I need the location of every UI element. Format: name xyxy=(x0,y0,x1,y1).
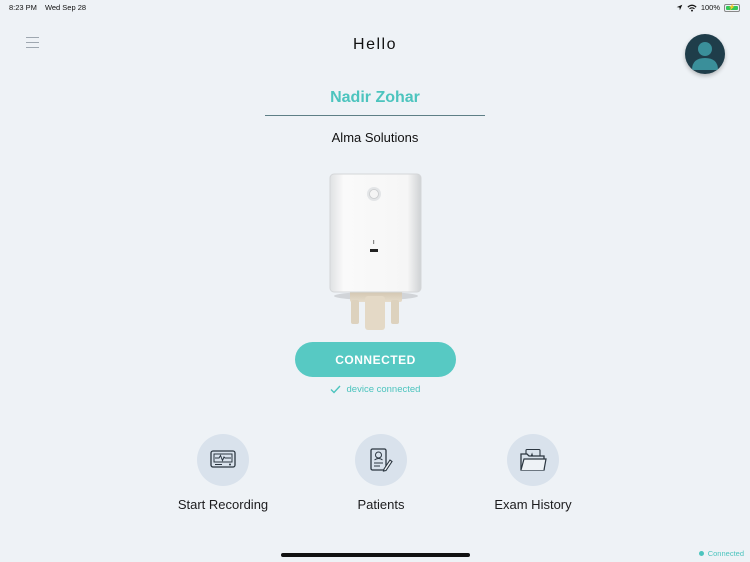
status-right: 100% ⚡ xyxy=(676,3,740,12)
patient-record-icon xyxy=(370,448,393,472)
action-label: Exam History xyxy=(494,497,572,512)
device-status: device connected xyxy=(0,384,750,395)
exam-history-button[interactable]: Exam History xyxy=(458,434,608,512)
status-dot-icon xyxy=(698,551,704,556)
start-recording-button[interactable]: Start Recording xyxy=(148,434,298,512)
connection-status-label: Connected xyxy=(707,549,744,558)
name-divider xyxy=(265,115,485,116)
status-left: 8:23 PM Wed Sep 28 xyxy=(9,3,86,12)
battery-percent: 100% xyxy=(700,3,720,12)
action-label: Start Recording xyxy=(177,497,269,512)
ecg-monitor-icon xyxy=(210,450,236,468)
connected-button[interactable]: CONNECTED xyxy=(295,342,456,377)
action-label: Patients xyxy=(357,497,405,512)
user-name: Nadir Zohar xyxy=(330,89,420,106)
user-avatar-icon[interactable] xyxy=(685,34,725,74)
action-circle xyxy=(355,434,407,486)
action-circle xyxy=(507,434,559,486)
action-circle xyxy=(197,434,249,486)
battery-charging-icon: ⚡ xyxy=(724,3,740,12)
home-indicator[interactable] xyxy=(281,553,470,557)
folder-chart-icon xyxy=(520,448,547,471)
location-icon xyxy=(676,4,683,11)
status-date: Wed Sep 28 xyxy=(44,3,87,12)
connection-status: Connected xyxy=(698,549,744,558)
page-title: Hello xyxy=(353,36,397,53)
patients-button[interactable]: Patients xyxy=(306,434,456,512)
device-status-text: device connected xyxy=(346,384,421,395)
checkmark-icon xyxy=(330,385,341,394)
status-bar: 8:23 PM Wed Sep 28 100% ⚡ xyxy=(0,0,750,14)
wifi-icon xyxy=(687,4,697,11)
status-time: 8:23 PM xyxy=(9,3,37,12)
device-image xyxy=(328,172,424,332)
organization-name: Alma Solutions xyxy=(331,130,419,145)
